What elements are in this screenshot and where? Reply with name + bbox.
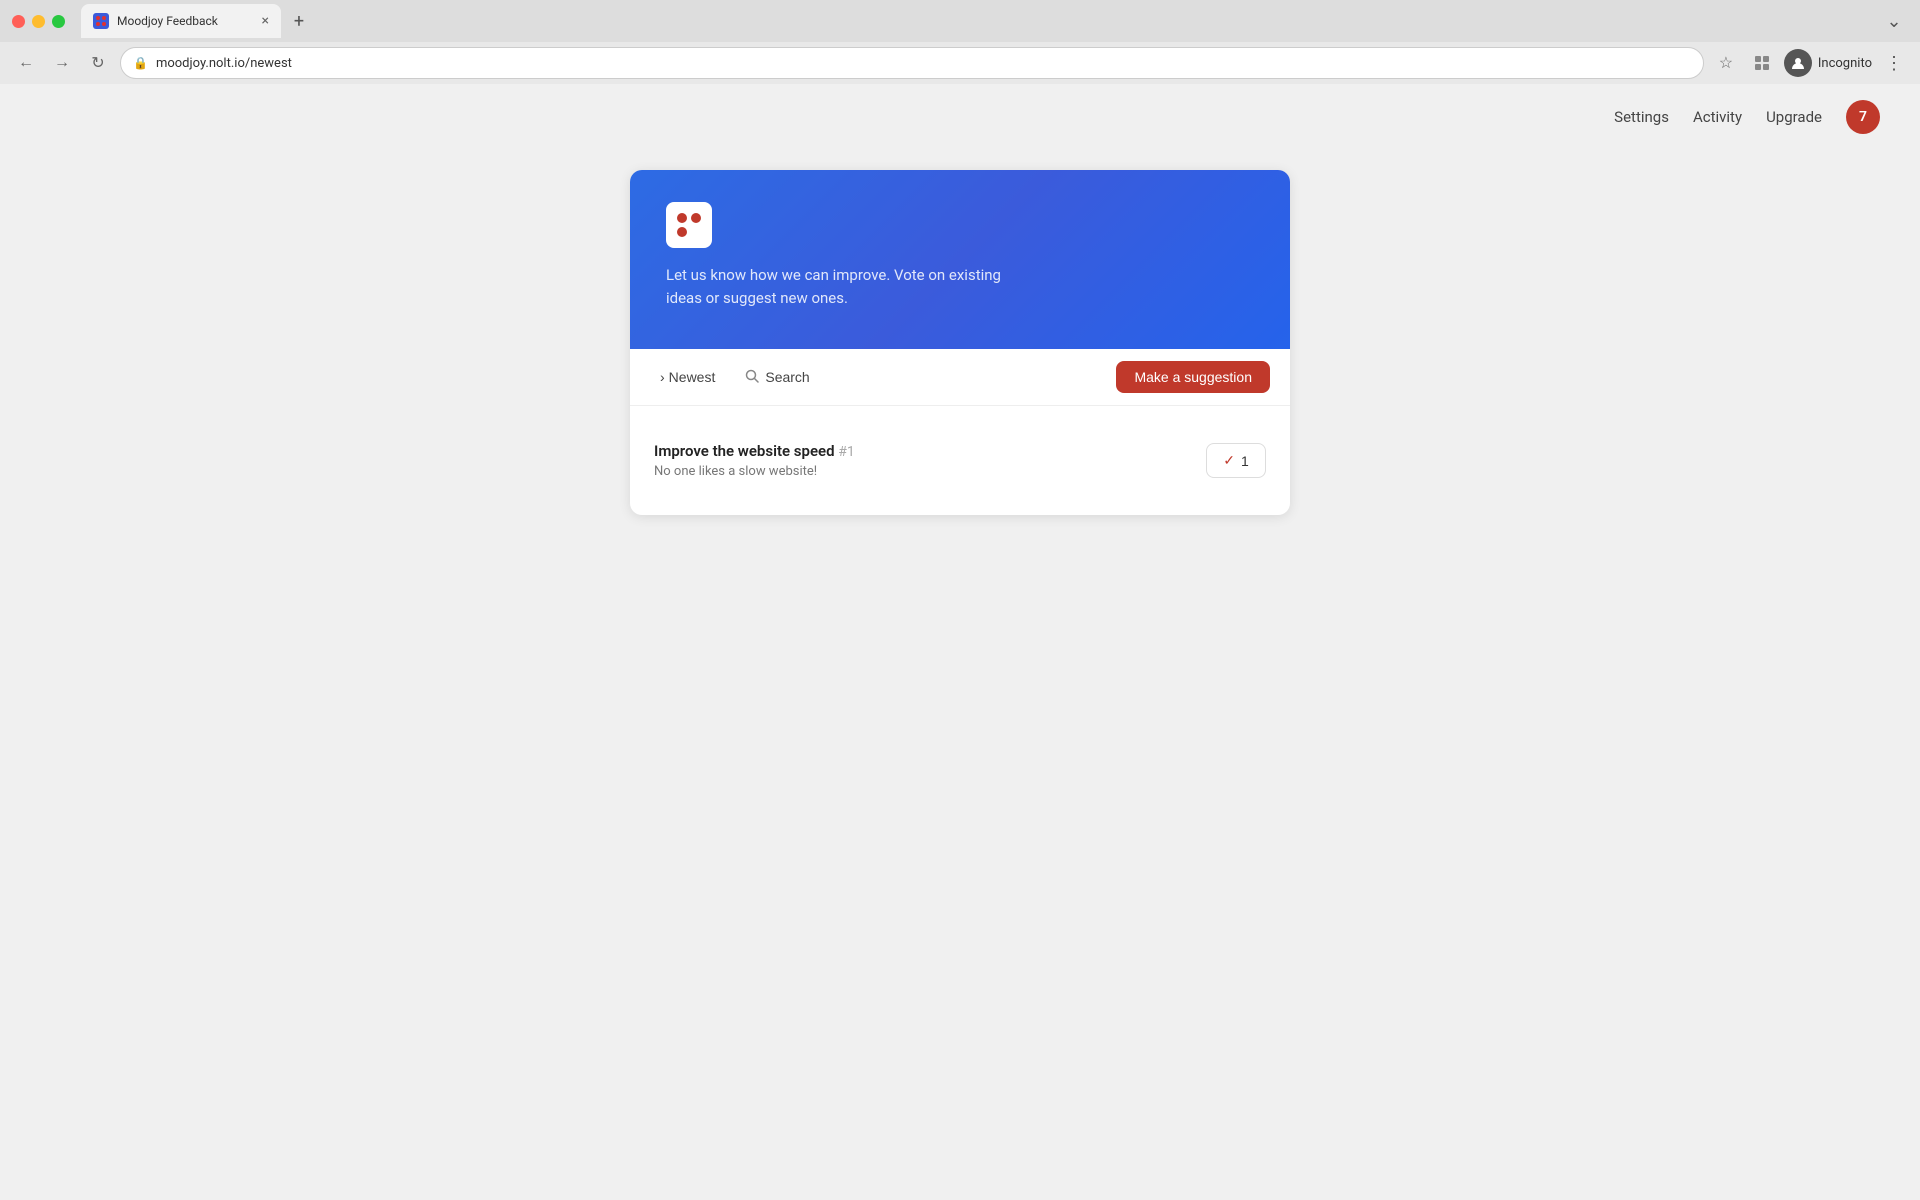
favicon-dot-4	[102, 22, 106, 26]
favicon-dot-3	[96, 22, 100, 26]
sort-label: Newest	[669, 369, 716, 385]
suggestion-title: Improve the website speed #1	[654, 442, 855, 460]
suggestion-number: #1	[838, 444, 855, 460]
suggestion-title-text: Improve the website speed	[654, 442, 835, 460]
logo-dot-4	[691, 227, 701, 237]
close-window-btn[interactable]	[12, 15, 25, 28]
suggestion-info: Improve the website speed #1 No one like…	[654, 442, 855, 479]
address-bar[interactable]: 🔒 moodjoy.nolt.io/newest	[120, 47, 1704, 79]
back-btn[interactable]: ←	[12, 49, 40, 77]
extension-btn[interactable]	[1748, 49, 1776, 77]
logo-dot-3	[677, 227, 687, 237]
activity-link[interactable]: Activity	[1693, 108, 1742, 126]
search-icon	[745, 369, 759, 386]
browser-chrome: Moodjoy Feedback × + ⌄ ← → ↻ 🔒 moodjoy.n…	[0, 0, 1920, 84]
tab-bar: Moodjoy Feedback × +	[81, 4, 313, 38]
tab-close-btn[interactable]: ×	[262, 14, 269, 28]
tab-title: Moodjoy Feedback	[117, 14, 254, 28]
suggestions-list: Improve the website speed #1 No one like…	[630, 406, 1290, 515]
search-label: Search	[765, 369, 809, 385]
app-header: Settings Activity Upgrade 7	[0, 84, 1920, 150]
banner-logo	[666, 202, 712, 248]
bookmark-btn[interactable]: ☆	[1712, 49, 1740, 77]
logo-dot-1	[677, 213, 687, 223]
logo-dots	[677, 213, 701, 237]
minimize-window-btn[interactable]	[32, 15, 45, 28]
incognito-label: Incognito	[1818, 56, 1872, 71]
favicon-dot-1	[96, 16, 100, 20]
browser-menu-btn[interactable]: ⋮	[1880, 49, 1908, 77]
window-controls	[12, 15, 65, 28]
incognito-icon	[1784, 49, 1812, 77]
browser-toolbar: ← → ↻ 🔒 moodjoy.nolt.io/newest ☆	[0, 42, 1920, 84]
sort-chevron-icon: ›	[660, 369, 665, 385]
logo-dot-2	[691, 213, 701, 223]
favicon-dots	[96, 16, 106, 26]
card-banner: Let us know how we can improve. Vote on …	[630, 170, 1290, 349]
feedback-card: Let us know how we can improve. Vote on …	[630, 170, 1290, 515]
vote-check-icon: ✓	[1223, 452, 1235, 469]
card-toolbar: › Newest Search Make a suggestion	[630, 349, 1290, 406]
favicon-dot-2	[102, 16, 106, 20]
toolbar-actions: ☆ Incognito ⋮	[1712, 49, 1908, 77]
vote-btn[interactable]: ✓ 1	[1206, 443, 1266, 478]
make-suggestion-btn[interactable]: Make a suggestion	[1116, 361, 1270, 393]
main-content: Let us know how we can improve. Vote on …	[0, 150, 1920, 535]
upgrade-link[interactable]: Upgrade	[1766, 108, 1822, 126]
incognito-badge: Incognito	[1784, 49, 1872, 77]
url-display: moodjoy.nolt.io/newest	[156, 56, 1691, 71]
settings-link[interactable]: Settings	[1614, 108, 1669, 126]
tab-favicon	[93, 13, 109, 29]
maximize-window-btn[interactable]	[52, 15, 65, 28]
tabs-menu-btn[interactable]: ⌄	[1880, 7, 1908, 35]
new-tab-btn[interactable]: +	[285, 7, 313, 35]
suggestion-item: Improve the website speed #1 No one like…	[654, 426, 1266, 495]
sort-newest-btn[interactable]: › Newest	[650, 363, 725, 391]
reload-btn[interactable]: ↻	[84, 49, 112, 77]
suggestion-description: No one likes a slow website!	[654, 464, 855, 479]
user-avatar[interactable]: 7	[1846, 100, 1880, 134]
lock-icon: 🔒	[133, 56, 148, 70]
browser-titlebar: Moodjoy Feedback × + ⌄	[0, 0, 1920, 42]
vote-count: 1	[1241, 453, 1249, 469]
forward-btn[interactable]: →	[48, 49, 76, 77]
active-tab[interactable]: Moodjoy Feedback ×	[81, 4, 281, 38]
search-btn[interactable]: Search	[733, 363, 1108, 392]
banner-description: Let us know how we can improve. Vote on …	[666, 264, 1006, 309]
